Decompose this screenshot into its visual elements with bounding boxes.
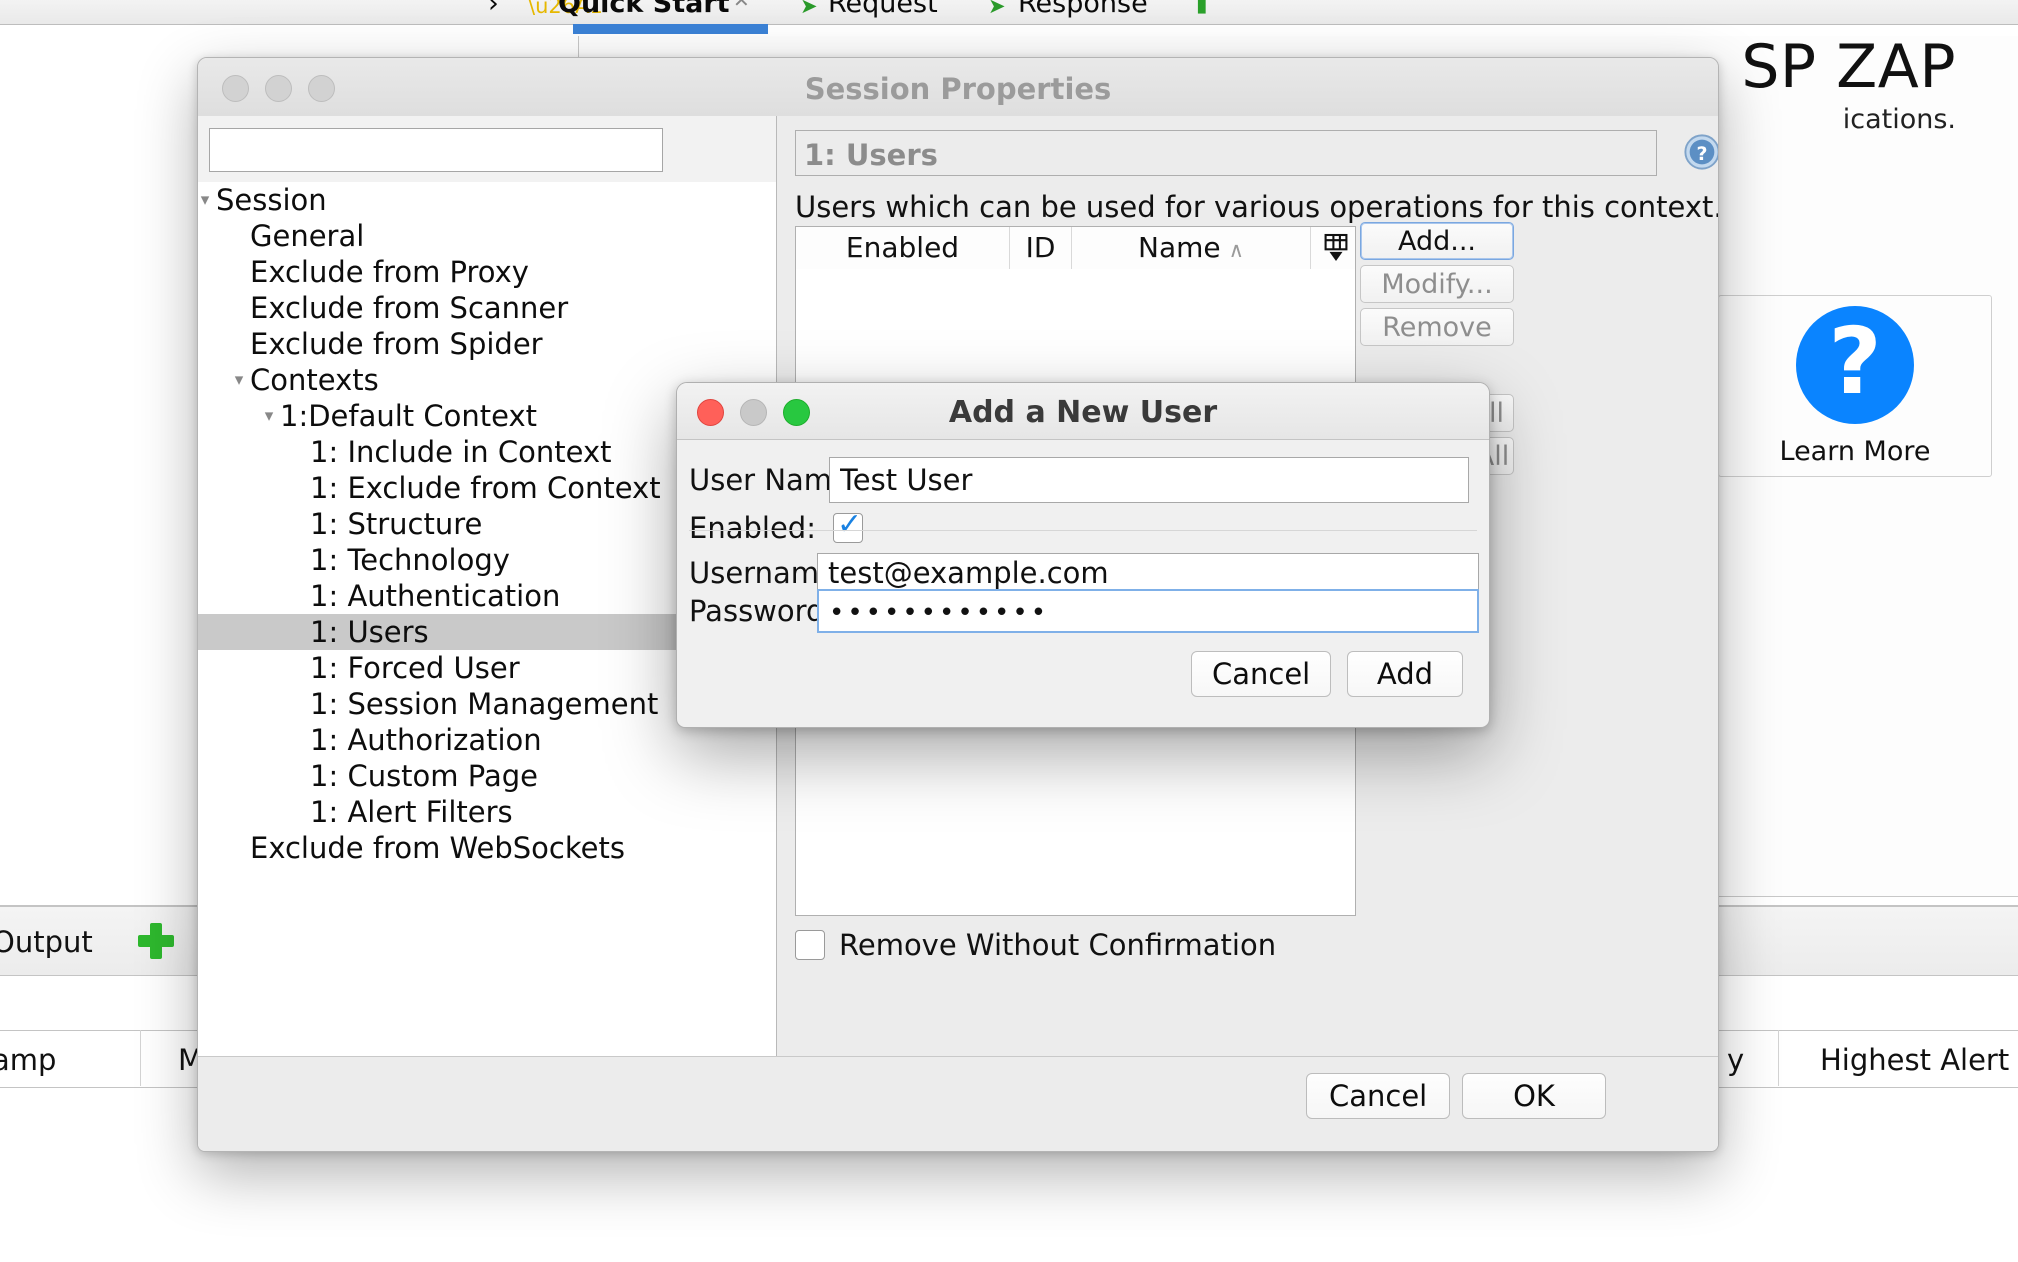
panel-description: Users which can be used for various oper…	[795, 190, 1719, 224]
remove-without-confirmation-row[interactable]: Remove Without Confirmation	[795, 928, 1276, 962]
tree-item-label: 1: Exclude from Context	[310, 471, 661, 505]
zap-app-subtitle: ications.	[1842, 104, 1956, 135]
remove-without-confirmation-checkbox[interactable]	[795, 930, 825, 960]
enabled-checkbox[interactable]	[833, 507, 863, 543]
column-divider	[1778, 1030, 1779, 1086]
tree-item-label: Exclude from Scanner	[250, 291, 569, 325]
tree-item-exclude-from-websockets[interactable]: Exclude from WebSockets	[198, 830, 776, 866]
remove-button[interactable]: Remove	[1360, 308, 1514, 346]
tree-item-label: 1: Technology	[310, 543, 510, 577]
column-header-flagged[interactable]: y	[1727, 1043, 1744, 1077]
output-tab-label[interactable]: Output	[0, 925, 93, 959]
enabled-label: Enabled:	[689, 511, 816, 545]
user-name-row: User Name:	[689, 457, 1469, 503]
tree-item-label: 1:Default Context	[280, 399, 538, 433]
dialog-divider	[689, 530, 1477, 531]
users-table-header-row: Enabled ID Name ∧	[796, 227, 1355, 270]
tab-selection-underline	[573, 24, 768, 34]
add-user-cancel-button[interactable]: Cancel	[1191, 651, 1332, 697]
password-input[interactable]: ••••••••••••	[817, 589, 1479, 633]
session-cancel-button[interactable]: Cancel	[1306, 1073, 1451, 1119]
tree-item-label: Session	[216, 183, 327, 217]
tree-item-exclude-from-proxy[interactable]: Exclude from Proxy	[198, 254, 776, 290]
tab-quick-start[interactable]: Quick Start	[558, 0, 730, 19]
column-header-name-label: Name	[1138, 231, 1221, 264]
table-columns-icon[interactable]	[1323, 233, 1349, 263]
background-tab-bar: › \u26A1 Quick Start ✕ ➤ Request ➤ Respo…	[0, 0, 2018, 34]
modify-button[interactable]: Modify...	[1360, 265, 1514, 303]
tree-item-exclude-from-spider[interactable]: Exclude from Spider	[198, 326, 776, 362]
username-input[interactable]	[817, 553, 1479, 593]
help-question-icon[interactable]: ?	[1683, 133, 1719, 171]
remove-without-confirmation-label: Remove Without Confirmation	[839, 928, 1277, 962]
tree-item-1-alert-filters[interactable]: 1: Alert Filters	[198, 794, 776, 830]
tree-search-row	[198, 116, 776, 182]
add-user-titlebar[interactable]: Add a New User	[677, 383, 1489, 440]
session-ok-button[interactable]: OK	[1462, 1073, 1606, 1119]
green-plus-icon[interactable]	[138, 923, 174, 959]
tree-item-label: 1: Alert Filters	[310, 795, 513, 829]
tree-item-label: Contexts	[250, 363, 379, 397]
tab-response[interactable]: Response	[1018, 0, 1148, 19]
enabled-row: Enabled:	[689, 507, 863, 545]
tree-item-session[interactable]: ▾ Session	[198, 182, 776, 218]
tree-item-label: 1: Authorization	[310, 723, 542, 757]
sort-ascending-icon: ∧	[1228, 238, 1244, 262]
green-arrow-left-icon: ➤	[988, 0, 1006, 18]
question-mark-icon: ?	[1796, 305, 1914, 424]
column-header-enabled[interactable]: Enabled	[796, 227, 1010, 269]
username-label: Username:	[689, 556, 847, 590]
tree-item-label: 1: Custom Page	[310, 759, 538, 793]
tree-item-label: 1: Forced User	[310, 651, 520, 685]
add-user-add-button[interactable]: Add	[1347, 651, 1463, 697]
tab-request[interactable]: Request	[828, 0, 938, 19]
column-header-name[interactable]: Name ∧	[1072, 227, 1311, 269]
zap-app-title: SP ZAP	[1741, 32, 1956, 102]
session-properties-titlebar[interactable]: Session Properties	[198, 58, 1718, 117]
column-chooser-cell[interactable]	[1311, 227, 1353, 269]
password-row: Password: ••••••••••••	[689, 589, 1479, 633]
tree-item-label: 1: Structure	[310, 507, 483, 541]
tab-overflow-chevron[interactable]: ›	[488, 0, 499, 19]
add-new-user-dialog: Add a New User User Name: Enabled: Usern…	[676, 382, 1490, 728]
tree-item-label: 1: Session Management	[310, 687, 659, 721]
username-row: Username:	[689, 553, 1479, 593]
tree-item-label: 1: Include in Context	[310, 435, 612, 469]
column-header-timestamp[interactable]: amp	[0, 1043, 56, 1077]
tree-item-label: General	[250, 219, 365, 253]
tree-item-label: 1: Authentication	[310, 579, 561, 613]
password-label: Password:	[689, 594, 835, 628]
column-header-highest-alert[interactable]: Highest Alert	[1820, 1043, 2009, 1077]
chevron-down-icon[interactable]: ▾	[198, 182, 216, 218]
session-properties-footer: Cancel OK	[198, 1056, 1718, 1151]
tree-item-1-custom-page[interactable]: 1: Custom Page	[198, 758, 776, 794]
search-input[interactable]	[210, 129, 662, 171]
green-arrow-right-icon: ➤	[800, 0, 818, 18]
learn-more-card[interactable]: ? Learn More	[1718, 295, 1992, 477]
svg-text:?: ?	[1696, 143, 1707, 165]
session-properties-title: Session Properties	[804, 72, 1112, 106]
user-name-label: User Name:	[689, 463, 860, 497]
chevron-down-icon[interactable]: ▾	[258, 398, 280, 434]
tab-close-icon[interactable]: ✕	[733, 0, 750, 12]
column-header-id[interactable]: ID	[1010, 227, 1072, 269]
add-user-dialog-title: Add a New User	[948, 395, 1218, 430]
column-divider	[140, 1030, 141, 1086]
add-button[interactable]: Add...	[1360, 222, 1514, 260]
tree-item-label: Exclude from WebSockets	[250, 831, 625, 865]
tree-item-label: Exclude from Proxy	[250, 255, 529, 289]
green-bar-icon: ▮	[1196, 0, 1208, 16]
tree-item-label: 1: Users	[310, 615, 429, 649]
user-name-input[interactable]	[829, 457, 1469, 503]
panel-header-field: 1: Users	[795, 130, 1657, 176]
learn-more-label: Learn More	[1779, 435, 1931, 467]
password-masked-value: ••••••••••••	[829, 598, 1050, 628]
tree-item-label: Exclude from Spider	[250, 327, 543, 361]
tree-item-exclude-from-scanner[interactable]: Exclude from Scanner	[198, 290, 776, 326]
chevron-down-icon[interactable]: ▾	[228, 362, 250, 398]
panel-header-label: 1: Users	[804, 138, 938, 172]
search-input-wrapper[interactable]	[209, 128, 663, 172]
tree-item-general[interactable]: General	[198, 218, 776, 254]
